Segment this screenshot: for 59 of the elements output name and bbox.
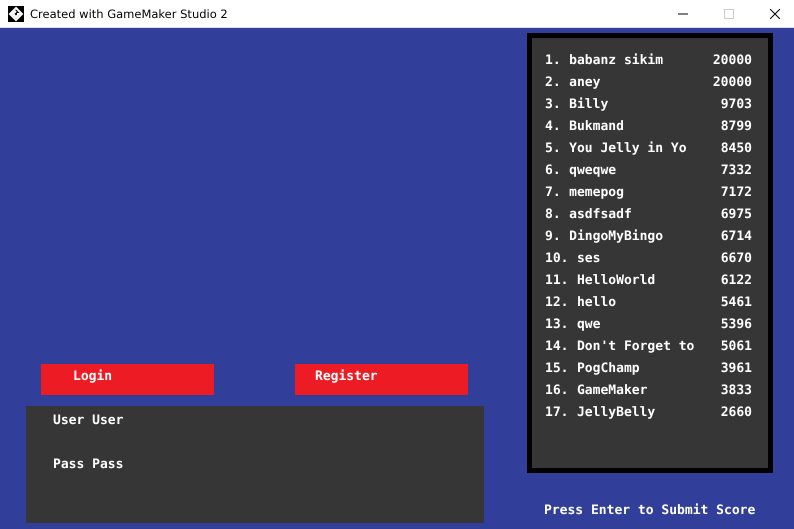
close-icon[interactable]	[770, 8, 780, 18]
player-score: 2660	[720, 404, 752, 422]
player-name: memepog	[569, 184, 624, 202]
rank-number: 8.	[545, 206, 561, 224]
player-name: hello	[576, 294, 616, 312]
player-score: 20000	[712, 74, 752, 92]
player-name: qweqwe	[569, 162, 616, 180]
rank-number: 11.	[545, 272, 568, 290]
player-score: 5396	[720, 316, 752, 334]
rank-number: 14.	[545, 338, 568, 356]
player-score: 3961	[720, 360, 752, 378]
rank-number: 1.	[545, 52, 561, 70]
player-score: 20000	[712, 52, 752, 70]
player-name: Billy	[569, 96, 608, 114]
player-name: HelloWorld	[576, 272, 656, 290]
player-name: babanz sikim	[569, 52, 664, 70]
player-score: 6975	[720, 206, 752, 224]
rank-number: 7.	[545, 184, 561, 202]
player-score: 6670	[720, 250, 752, 268]
rank-number: 12.	[545, 294, 568, 312]
rank-number: 10.	[545, 250, 568, 268]
app-logo-icon	[8, 6, 24, 22]
player-name: qwe	[576, 316, 600, 334]
register-button[interactable]: Register	[295, 364, 468, 395]
player-name: ses	[576, 250, 600, 268]
rank-number: 9.	[545, 228, 561, 246]
player-score: 6122	[720, 272, 752, 290]
player-name: Don't Forget to	[576, 338, 694, 356]
player-score: 5061	[720, 338, 752, 356]
rank-number: 17.	[545, 404, 568, 422]
rank-number: 6.	[545, 162, 561, 180]
player-name: aney	[569, 74, 600, 92]
player-name: JellyBelly	[576, 404, 656, 422]
password-field[interactable]: Pass Pass	[53, 456, 124, 474]
rank-number: 3.	[545, 96, 561, 114]
rank-number: 13.	[545, 316, 568, 334]
player-score: 8799	[720, 118, 752, 136]
player-score: 5461	[720, 294, 752, 312]
player-name: DingoMyBingo	[569, 228, 664, 246]
player-score: 3833	[720, 382, 752, 400]
window-title: Created with GameMaker Studio 2	[30, 6, 228, 20]
player-name: PogChamp	[576, 360, 640, 378]
rank-number: 2.	[545, 74, 561, 92]
player-name: Bukmand	[569, 118, 624, 136]
player-name: GameMaker	[576, 382, 648, 400]
rank-number: 4.	[545, 118, 561, 136]
player-score: 9703	[720, 96, 752, 114]
player-score: 6714	[720, 228, 752, 246]
player-name: You Jelly in Yo	[569, 140, 687, 158]
rank-number: 5.	[545, 140, 561, 158]
login-button[interactable]: Login	[41, 364, 214, 395]
submit-hint: Press Enter to Submit Score	[544, 503, 756, 518]
rank-number: 16.	[545, 382, 568, 400]
rank-number: 15.	[545, 360, 568, 378]
player-score: 7172	[720, 184, 752, 202]
player-score: 7332	[720, 162, 752, 180]
player-name: asdfsadf	[569, 206, 632, 224]
player-score: 8450	[720, 140, 752, 158]
username-field[interactable]: User User	[53, 412, 124, 430]
